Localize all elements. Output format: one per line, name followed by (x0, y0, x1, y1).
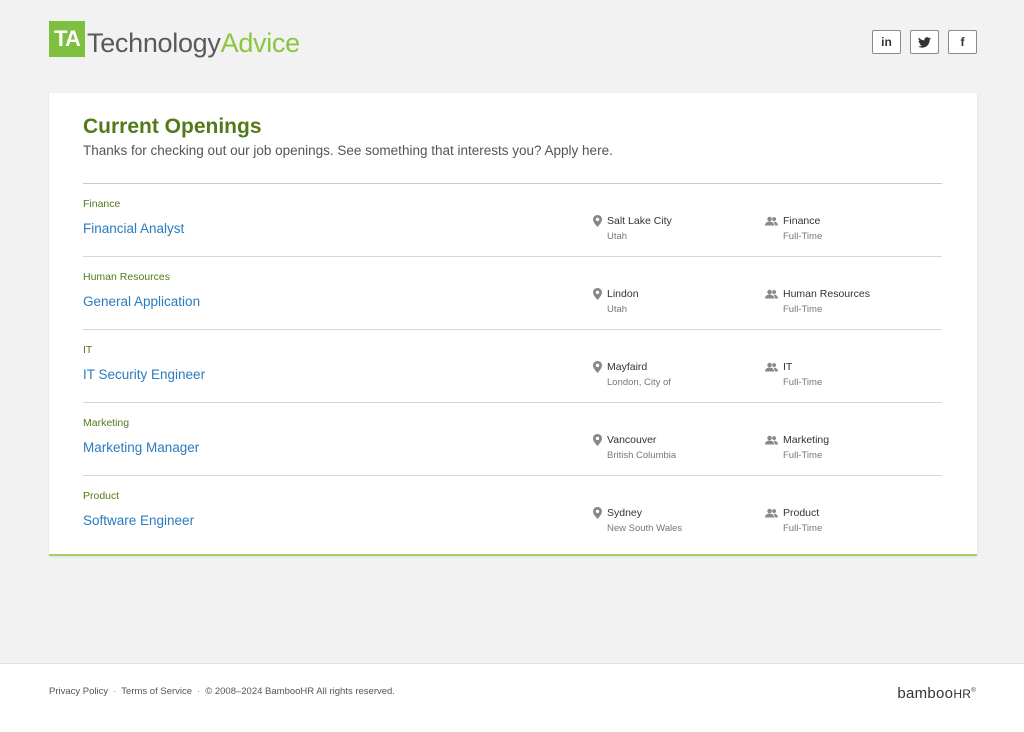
people-icon (765, 216, 778, 226)
job-city: Vancouver (607, 434, 657, 446)
job-title-link[interactable]: General Application (83, 294, 200, 309)
job-employment-type: Full-Time (783, 377, 823, 388)
job-department-label: Human Resources (83, 271, 170, 283)
job-department-label: Product (83, 490, 120, 502)
job-city: Sydney (607, 507, 643, 519)
separator: · (113, 686, 117, 697)
job-dept-name: Product (783, 507, 820, 519)
location-pin-icon (593, 215, 602, 227)
job-employment-type: Full-Time (783, 231, 823, 242)
job-department-label: IT (83, 344, 93, 356)
facebook-button[interactable]: f (948, 30, 977, 54)
people-icon (765, 362, 778, 372)
privacy-policy-link[interactable]: Privacy Policy (49, 686, 108, 697)
job-row-it-security-engineer: IT IT Security Engineer Mayfaird London,… (83, 330, 942, 403)
job-row-general-application: Human Resources General Application Lind… (83, 257, 942, 330)
location-pin-icon (593, 507, 602, 519)
bamboohr-logo[interactable]: bambooHR® (897, 685, 976, 702)
separator: · (197, 686, 201, 697)
job-dept-name: Human Resources (783, 288, 870, 300)
terms-of-service-link[interactable]: Terms of Service (121, 686, 192, 697)
job-city: Salt Lake City (607, 215, 672, 227)
people-icon (765, 435, 778, 445)
job-row-financial-analyst: Finance Financial Analyst Salt Lake City… (83, 184, 942, 257)
job-employment-type: Full-Time (783, 450, 823, 461)
job-state: London, City of (607, 377, 671, 388)
location-pin-icon (593, 288, 602, 300)
job-city: Mayfaird (607, 361, 648, 373)
social-links: in f (872, 30, 977, 54)
copyright-text: © 2008–2024 BambooHR All rights reserved… (205, 686, 395, 697)
job-title-link[interactable]: Financial Analyst (83, 221, 184, 236)
job-city: Lindon (607, 288, 639, 300)
job-state: Utah (607, 231, 628, 242)
job-state: New South Wales (607, 523, 683, 534)
job-dept-name: Finance (783, 215, 821, 227)
job-row-marketing-manager: Marketing Marketing Manager Vancouver Br… (83, 403, 942, 476)
openings-card: Current Openings Thanks for checking out… (49, 93, 977, 556)
job-employment-type: Full-Time (783, 523, 823, 534)
page-footer: Privacy Policy · Terms of Service · © 20… (0, 663, 1024, 732)
job-state: Utah (607, 304, 628, 315)
job-row-software-engineer: Product Software Engineer Sydney New Sou… (83, 476, 942, 549)
job-employment-type: Full-Time (783, 304, 823, 315)
facebook-icon: f (960, 35, 965, 49)
job-state: British Columbia (607, 450, 677, 461)
location-pin-icon (593, 434, 602, 446)
logo-wordmark: TechnologyAdvice (87, 28, 300, 58)
job-dept-name: Marketing (783, 434, 830, 446)
twitter-icon (918, 36, 931, 48)
job-department-label: Marketing (83, 417, 130, 429)
linkedin-button[interactable]: in (872, 30, 901, 54)
people-icon (765, 508, 778, 518)
job-dept-name: IT (783, 361, 793, 373)
job-department-label: Finance (83, 198, 121, 210)
people-icon (765, 289, 778, 299)
location-pin-icon (593, 361, 602, 373)
company-logo[interactable]: TA TechnologyAdvice (49, 21, 300, 57)
linkedin-icon: in (881, 35, 892, 49)
page-subtitle: Thanks for checking out our job openings… (83, 143, 613, 158)
page-title: Current Openings (83, 115, 262, 138)
page-header: TA TechnologyAdvice in f (0, 0, 1024, 92)
twitter-button[interactable] (910, 30, 939, 54)
job-title-link[interactable]: IT Security Engineer (83, 367, 205, 382)
logo-mark: TA (49, 21, 85, 57)
footer-links: Privacy Policy · Terms of Service · © 20… (49, 686, 395, 697)
job-title-link[interactable]: Software Engineer (83, 513, 194, 528)
job-title-link[interactable]: Marketing Manager (83, 440, 199, 455)
